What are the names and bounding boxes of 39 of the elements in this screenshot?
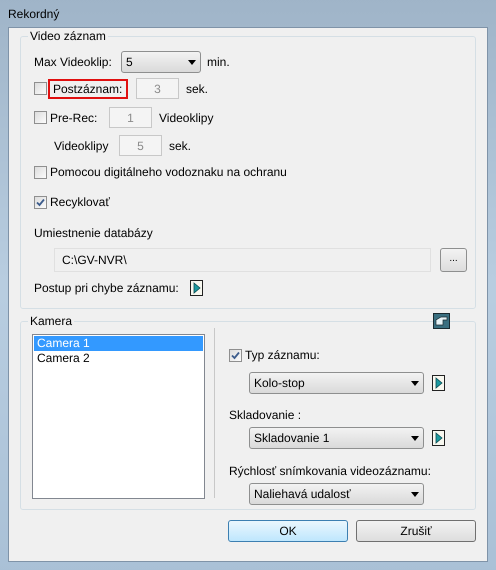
play-icon[interactable] xyxy=(190,280,203,296)
play-icon[interactable] xyxy=(432,430,445,446)
checkbox[interactable] xyxy=(34,196,47,208)
field-label: Videoklipy xyxy=(54,138,110,154)
checkbox-label: Pomocou digitálneho vodoznaku na ochranu xyxy=(50,164,287,181)
checkbox[interactable] xyxy=(34,166,47,178)
dropdown[interactable]: Kolo-stop xyxy=(249,372,424,394)
checkbox[interactable] xyxy=(229,348,242,362)
checkbox-label: Pre-Rec: xyxy=(50,110,98,126)
checkbox-label: Typ záznamu: xyxy=(245,347,320,364)
field-label: Skladovanie : xyxy=(229,407,302,424)
dropdown-arrow-icon xyxy=(411,436,419,440)
dialog-button[interactable]: OK xyxy=(228,520,348,542)
dropdown[interactable]: Skladovanie 1 xyxy=(249,427,424,449)
field-label: Rýchlosť snímkovania videozáznamu: xyxy=(229,463,432,480)
checkbox-label: Postzáznam: xyxy=(48,78,128,98)
group-title: Kamera xyxy=(28,314,74,328)
path-field[interactable]: C:\GV-NVR\ xyxy=(54,248,431,272)
dropdown-arrow-icon xyxy=(411,492,419,496)
unit-label: sek. xyxy=(169,138,192,154)
play-icon[interactable] xyxy=(432,375,445,391)
checkmark-icon xyxy=(36,198,45,206)
checkbox-label: Recyklovať xyxy=(50,194,110,211)
dropdown-arrow-icon xyxy=(188,60,196,64)
window-title: Rekordný xyxy=(8,6,60,22)
field-label: Postup pri chybe záznamu: xyxy=(34,280,179,297)
field-label: Max Videoklip: xyxy=(34,54,113,71)
unit-label: sek. xyxy=(186,80,208,98)
field-label: Umiestnenie databázy xyxy=(34,225,154,242)
unit-label: min. xyxy=(207,54,230,71)
camera-list-item[interactable]: Camera 2 xyxy=(34,351,203,366)
dialog-button[interactable]: Zrušiť xyxy=(356,520,476,542)
checkmark-icon xyxy=(231,350,240,360)
group-title: Video záznam xyxy=(28,29,108,43)
dropdown[interactable]: Naliehavá udalosť xyxy=(249,483,424,505)
browse-button[interactable]: ... xyxy=(440,248,467,272)
dropdown-arrow-icon xyxy=(411,380,419,386)
unit-label: Videoklipy xyxy=(159,110,214,126)
dropdown[interactable]: 5 xyxy=(121,51,201,73)
